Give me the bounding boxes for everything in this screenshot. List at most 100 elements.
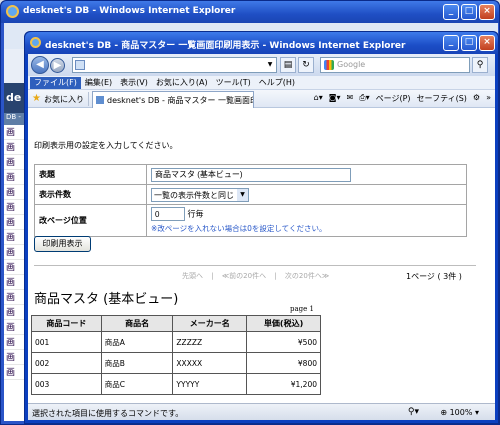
page-icon: [75, 60, 85, 70]
pagebreak-input[interactable]: [151, 207, 185, 221]
browser-tab[interactable]: desknet's DB - 商品マスター 一覧画面印刷...: [92, 91, 254, 108]
product-table: 商品コード 商品名 メーカー名 単価(税込) 001 商品A ZZZZZ ¥50…: [31, 315, 321, 395]
list-title: 商品マスタ (基本ビュー): [34, 292, 179, 307]
foreground-browser-window: desknet's DB - 商品マスター 一覧画面印刷用表示 - Window…: [24, 31, 499, 424]
close-button[interactable]: ×: [479, 4, 495, 20]
pager-top: 先頭へ | ≪前の20件へ | 次の20件へ≫: [182, 271, 329, 281]
table-header-row: 商品コード 商品名 メーカー名 単価(税込): [31, 315, 321, 332]
minimize-button[interactable]: _: [443, 4, 459, 20]
chevron-down-icon[interactable]: ▼: [265, 59, 275, 71]
background-window-titlebar: desknet's DB - Windows Internet Explorer…: [1, 1, 499, 23]
gear-icon[interactable]: ⚙: [473, 93, 480, 104]
menu-file[interactable]: ファイル(F): [30, 76, 81, 89]
table-cell: 商品A: [100, 331, 174, 353]
print-icon[interactable]: ⎙▾: [359, 93, 369, 104]
expand-icon[interactable]: »: [486, 93, 491, 104]
zoom-level: 100%: [449, 408, 473, 417]
table-row: 001 商品A ZZZZZ ¥500: [31, 331, 321, 353]
table-row: 003 商品C YYYYY ¥1,200: [31, 373, 321, 395]
page-info: 1ページ ( 3件 ): [406, 272, 462, 281]
mail-icon[interactable]: ✉: [347, 93, 354, 104]
menu-bar: ファイル(F) 編集(E) 表示(V) お気に入り(A) ツール(T) ヘルプ(…: [28, 76, 495, 90]
table-cell: ZZZZZ: [172, 331, 248, 353]
minimize-button[interactable]: _: [443, 35, 459, 51]
table-cell: 商品B: [100, 352, 174, 374]
status-text: 選択された項目に使用するコマンドです。: [32, 409, 184, 418]
magnifier-icon: ⊕: [440, 408, 448, 417]
ie-logo-icon: [30, 37, 41, 48]
maximize-button[interactable]: □: [461, 4, 477, 20]
refresh-button[interactable]: ↻: [298, 57, 314, 73]
menu-view[interactable]: 表示(V): [116, 77, 152, 89]
table-cell: ¥800: [246, 352, 321, 374]
pager-separator: |: [274, 272, 277, 280]
divider: [34, 265, 476, 266]
print-view-button[interactable]: 印刷用表示: [34, 236, 91, 252]
display-count-select[interactable]: 一覧の表示件数と同じ ▼: [151, 187, 249, 202]
page-menu[interactable]: ページ(P): [376, 93, 411, 104]
table-row: 002 商品B XXXXX ¥800: [31, 352, 321, 374]
pagebreak-label: 改ページ位置: [34, 204, 147, 237]
display-count-label: 表示件数: [34, 184, 147, 205]
search-placeholder: Google: [337, 60, 366, 69]
status-bar: 選択された項目に使用するコマンドです。 ⚲▾ ⊕ 100% ▾: [28, 403, 495, 420]
zoom-control[interactable]: ⊕ 100% ▾: [440, 408, 479, 417]
forward-button[interactable]: ▶: [50, 58, 65, 73]
column-header: 商品コード: [31, 315, 102, 332]
page-number: page 1: [290, 305, 314, 313]
menu-help[interactable]: ヘルプ(H): [255, 77, 299, 89]
column-header: 単価(税込): [246, 315, 321, 332]
search-input[interactable]: Google: [320, 57, 470, 73]
instruction-text: 印刷表示用の設定を入力してください。: [34, 141, 178, 150]
pager-separator: |: [211, 272, 214, 280]
pagebreak-note: ※改ページを入れない場合は0を設定してください。: [151, 224, 327, 233]
chevron-down-icon: ▼: [237, 188, 248, 201]
google-icon: [324, 60, 334, 70]
table-cell: 002: [31, 352, 102, 374]
page-content: 印刷表示用の設定を入力してください。 表題 表示件数 一覧の表示件数と同じ ▼: [28, 130, 495, 403]
window-title: desknet's DB - 商品マスター 一覧画面印刷用表示 - Window…: [45, 41, 406, 51]
table-cell: 003: [31, 373, 102, 395]
table-cell: ¥1,200: [246, 373, 321, 395]
table-cell: 商品C: [100, 373, 174, 395]
table-cell: 001: [31, 331, 102, 353]
column-header: 商品名: [100, 315, 174, 332]
menu-tools[interactable]: ツール(T): [212, 77, 255, 89]
command-bar: ⌂▾ ◙▾ ✉ ⎙▾ ページ(P) セーフティ(S) ⚙ »: [314, 93, 491, 104]
address-field[interactable]: ▼: [72, 57, 277, 73]
table-cell: ¥500: [246, 331, 321, 353]
browser-client-area: ◀ ▶ ▼ ▤ ↻ Google ⚲ ファイル(F) 編集(E) 表示(V) お…: [28, 54, 495, 420]
background-window-title: desknet's DB - Windows Internet Explorer: [23, 6, 236, 16]
title-input[interactable]: [151, 167, 351, 182]
tab-title: desknet's DB - 商品マスター 一覧画面印刷...: [107, 96, 253, 105]
pager-next-link[interactable]: 次の20件へ≫: [285, 272, 329, 280]
menu-favorites[interactable]: お気に入り(A): [152, 77, 212, 89]
table-cell: XXXXX: [172, 352, 248, 374]
star-icon[interactable]: ★: [32, 93, 41, 104]
search-icon[interactable]: ⚲: [472, 57, 488, 73]
ie-logo-icon: [6, 5, 19, 18]
home-icon[interactable]: ⌂▾: [314, 93, 323, 104]
display-count-value: 一覧の表示件数と同じ: [154, 190, 234, 200]
column-header: メーカー名: [172, 315, 248, 332]
feeds-icon[interactable]: ◙▾: [329, 93, 341, 104]
pager-first-link[interactable]: 先頭へ: [182, 272, 203, 280]
close-button[interactable]: ×: [479, 35, 495, 51]
divider: [88, 92, 89, 106]
pagebreak-unit: 行毎: [187, 209, 204, 219]
print-settings-form: 表題 表示件数 一覧の表示件数と同じ ▼ 改ページ位置: [34, 164, 467, 237]
title-label: 表題: [34, 164, 147, 185]
back-button[interactable]: ◀: [31, 56, 49, 74]
favorites-bar: ★ お気に入り desknet's DB - 商品マスター 一覧画面印刷... …: [28, 90, 495, 108]
pager-prev-link[interactable]: ≪前の20件へ: [222, 272, 266, 280]
page-icon: [96, 96, 104, 104]
safety-menu[interactable]: セーフティ(S): [417, 93, 467, 104]
chevron-down-icon: ▾: [474, 408, 479, 417]
navigation-bar: ◀ ▶ ▼ ▤ ↻ Google ⚲: [28, 54, 495, 76]
maximize-button[interactable]: □: [461, 35, 477, 51]
compatibility-view-button[interactable]: ▤: [280, 57, 296, 73]
menu-edit[interactable]: 編集(E): [81, 77, 116, 89]
window-titlebar: desknet's DB - 商品マスター 一覧画面印刷用表示 - Window…: [25, 32, 498, 54]
security-zone-icon[interactable]: ⚲▾: [408, 407, 419, 417]
favorites-label[interactable]: お気に入り: [44, 94, 84, 105]
